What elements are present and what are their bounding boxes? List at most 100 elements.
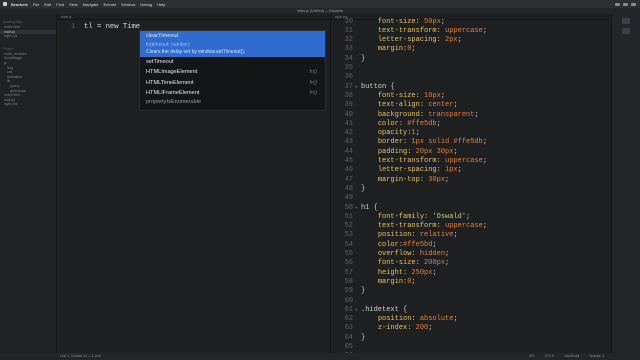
code-token: } [361, 287, 366, 296]
menu-bar: Brackets File Edit Find View Navigate Em… [0, 0, 640, 8]
menu-navigate[interactable]: Navigate [83, 2, 99, 7]
code-line[interactable]: 42 opacity:1; [331, 129, 420, 138]
code-line[interactable]: 50 ▼ h1 { [331, 204, 378, 213]
code-token: margin-top: [377, 175, 429, 184]
code-line[interactable]: 59} [331, 287, 366, 296]
extension-manager-icon[interactable] [622, 28, 630, 34]
code-token: relative [419, 231, 454, 240]
line-number: 30 [344, 17, 353, 26]
line-number: 46 [344, 166, 353, 175]
code-line[interactable]: 63 z-index: 200; [331, 324, 433, 333]
code-line[interactable]: 48} [331, 185, 366, 194]
code-line[interactable]: 37 ▼ button { [331, 83, 395, 92]
code-line[interactable]: 65 [331, 343, 361, 352]
clock-icon[interactable] [631, 2, 636, 6]
code-line[interactable]: 38 font-size: 18px; [331, 92, 445, 101]
code-token: 2px [445, 36, 458, 45]
code-token: ; [445, 175, 450, 184]
code-line[interactable]: 47 margin-top: 30px; [331, 175, 450, 185]
right-editor-pane[interactable]: style.css 30 font-size: 50px; 31 text-tra… [330, 14, 610, 360]
code-line[interactable]: 56 font-size: 200px; [331, 259, 450, 268]
menu-window[interactable]: Window [121, 2, 135, 7]
code-token: ; [453, 147, 458, 156]
hint-item[interactable]: HTMLImageElement fn() [140, 67, 325, 77]
code-token: } [361, 54, 366, 63]
status-ins[interactable]: INS [529, 353, 535, 360]
app-menu[interactable]: Brackets [11, 2, 28, 7]
menu-edit[interactable]: Edit [44, 2, 51, 7]
code-token: ; [453, 315, 458, 324]
code-line[interactable]: 34} [331, 54, 366, 64]
code-line[interactable]: 35 [331, 64, 361, 73]
code-line[interactable]: 60 [331, 297, 361, 306]
hint-item[interactable]: HTMLIFrameElement fn() [140, 88, 325, 98]
line-number: 41 [344, 119, 353, 128]
code-line[interactable]: 45 text-transform: uppercase; [331, 157, 487, 166]
line-number: 38 [344, 91, 353, 100]
menu-file[interactable]: File [33, 2, 39, 7]
code-line[interactable]: 36 [331, 73, 361, 82]
code-token: ; [474, 110, 479, 119]
code-line[interactable]: 62 position: absolute; [331, 315, 458, 324]
menu-view[interactable]: View [69, 2, 78, 7]
hint-item[interactable]: HTMLTimeElement fn() [140, 78, 325, 88]
code-line[interactable]: 58 margin:0; [331, 278, 416, 287]
status-encoding[interactable]: UTF-8 [545, 353, 554, 360]
code-line[interactable]: 30 font-size: 50px; [331, 18, 445, 27]
code-line[interactable]: 44 padding: 20px 30px; [331, 148, 458, 157]
hint-item-selected[interactable]: clearTimeout [140, 31, 325, 41]
line-number: 45 [344, 157, 353, 165]
code-line[interactable]: 39 text-align: center; [331, 101, 458, 110]
code-token: ; [457, 36, 462, 45]
live-preview-icon[interactable] [622, 18, 630, 24]
hint-item[interactable]: setTimeout [140, 57, 325, 67]
tree-item[interactable]: style.css [0, 102, 56, 107]
apple-icon[interactable] [3, 2, 7, 6]
code-line[interactable]: 40 background: transparent; [331, 111, 479, 120]
code-line[interactable]: 54 color:#ffe5bd; [331, 241, 437, 250]
hint-item[interactable]: propertyIsEnumerable [140, 98, 325, 105]
line-number: 32 [344, 36, 353, 45]
line-number: 39 [344, 101, 353, 110]
code-line[interactable]: 41 color: #ffe5db; [331, 120, 441, 129]
code-line[interactable]: 61 ▼ .hidetext { [331, 306, 408, 315]
code-line[interactable]: 64} [331, 333, 366, 343]
code-line[interactable]: 52 text-transform: uppercase; [331, 222, 487, 231]
battery-icon[interactable] [623, 2, 628, 6]
menu-emmet[interactable]: Emmet [103, 2, 116, 7]
code-token: ; [445, 250, 450, 258]
left-pane-header[interactable]: main.js [57, 14, 330, 20]
code-token: ; [457, 166, 462, 175]
code-line[interactable]: 33 margin:0; [331, 45, 416, 54]
code-token: 1px solid #ffe5db [411, 138, 483, 147]
code-line[interactable]: 51 font-family: 'Oswald'; [331, 213, 471, 222]
wifi-icon[interactable] [615, 2, 620, 6]
status-language[interactable]: JavaScript [564, 353, 579, 360]
code-line[interactable]: 55 overflow: hidden; [331, 250, 450, 259]
code-token: ; [482, 26, 488, 35]
line-number: 64 [344, 333, 353, 342]
code-line[interactable]: 31 text-transform: uppercase; [331, 27, 487, 36]
code-token: overflow: [377, 250, 420, 258]
menu-help[interactable]: Help [157, 2, 165, 7]
code-line[interactable]: 49 [331, 194, 361, 203]
code-token: ; [453, 101, 458, 110]
line-number: 40 [344, 110, 353, 119]
hint-type: fn() [309, 69, 318, 76]
status-indent[interactable]: Spaces: 4 [589, 353, 604, 360]
code-line[interactable]: 46 letter-spacing: 1px; [331, 166, 462, 175]
code-line[interactable]: 43 border: 1px solid #ffe5db; [331, 138, 487, 147]
menu-debug[interactable]: Debug [140, 2, 152, 7]
hint-label: HTMLIFrameElement [146, 89, 200, 96]
line-number: 1 [71, 23, 76, 31]
code-line[interactable]: tl = new Time [84, 23, 140, 31]
code-line[interactable]: 53 position: relative; [331, 231, 458, 240]
code-line[interactable]: 32 letter-spacing: 2px; [331, 36, 462, 45]
code-token: position: [377, 315, 420, 324]
menu-find[interactable]: Find [56, 2, 64, 7]
code-line[interactable]: 57 height: 250px; [331, 269, 437, 278]
code-token: 20px 30px [415, 147, 454, 156]
